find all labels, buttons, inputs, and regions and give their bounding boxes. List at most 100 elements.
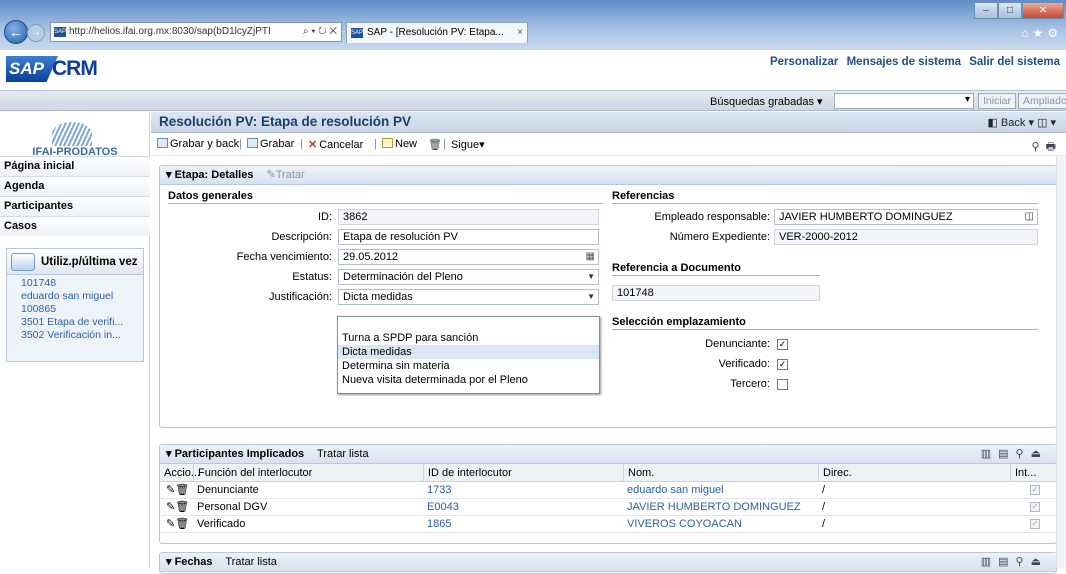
dates-edit-list-button[interactable]: Tratar lista (225, 556, 277, 568)
justification-select[interactable]: Dicta medidas ▼ (338, 289, 599, 305)
document-reference-field: 101748 (612, 285, 820, 301)
row-partner-id-link[interactable]: 1865 (423, 516, 451, 532)
dropdown-option[interactable]: Determina sin materia (338, 359, 599, 373)
row-edit-delete-icons[interactable]: ✎🗑 (162, 499, 189, 515)
due-date-field[interactable]: 29.05.2012 ▦ (338, 249, 599, 265)
file-number-field: VER-2000-2012 (774, 229, 1038, 245)
justification-label: Justificación: (269, 291, 332, 303)
favicon-icon: SAP (54, 27, 67, 37)
col-role[interactable]: Función del interlocutor (193, 464, 423, 482)
participants-table-header: Accio... Función del interlocutor ID de … (160, 464, 1056, 482)
row-internal-checkbox: ✓ (1030, 485, 1040, 495)
saved-searches-dropdown[interactable]: Búsquedas grabadas ▾ (710, 95, 823, 108)
recent-item[interactable]: 3502 Verificación in... (7, 329, 143, 342)
save-button[interactable]: Grabar (247, 138, 294, 150)
status-select[interactable]: Determinación del Pleno ▼ (338, 269, 599, 285)
personalize-print-icons[interactable]: ⚲🖶 (1032, 138, 1062, 157)
tab-close-icon[interactable]: × (517, 23, 523, 43)
saved-search-select[interactable]: ▾ (834, 93, 974, 109)
col-actions[interactable]: Accio... (160, 464, 200, 482)
tab-favicon-icon: SAP (351, 28, 364, 38)
table-row: ✎🗑 Personal DGV E0043 JAVIER HUMBERTO DO… (160, 499, 1056, 516)
col-internal[interactable]: Int... (1010, 464, 1056, 482)
row-edit-delete-icons[interactable]: ✎🗑 (162, 516, 189, 532)
value-help-icon[interactable]: ◫ (1025, 210, 1034, 224)
participants-panel: ▾ Participantes Implicados Tratar lista … (159, 444, 1057, 544)
dropdown-option[interactable]: Nueva visita determinada por el Pleno (338, 373, 599, 387)
col-name[interactable]: Nom. (623, 464, 818, 482)
cancel-button[interactable]: ✕ Cancelar (308, 138, 363, 151)
nav-item-cases[interactable]: Casos (0, 216, 150, 236)
window-controls: – □ ✕ (974, 2, 1064, 19)
toolbar-separator: | (239, 138, 242, 150)
participants-header[interactable]: ▾ Participantes Implicados Tratar lista … (160, 445, 1056, 464)
row-partner-id-link[interactable]: 1733 (423, 482, 451, 498)
system-messages-link[interactable]: Mensajes de sistema (847, 56, 961, 68)
page-title-bar: Resolución PV: Etapa de resolución PV ◧ … (151, 112, 1066, 133)
edit-list-button[interactable]: Tratar lista (317, 448, 369, 460)
verified-checkbox[interactable]: ✓ (777, 359, 788, 370)
row-name-link[interactable]: VIVEROS COYOACAN (623, 516, 742, 532)
dropdown-option[interactable]: Turna a SPDP para sanción (338, 331, 599, 345)
recent-item[interactable]: 3501 Etapa de verifi... (7, 316, 143, 329)
col-address[interactable]: Direc. (818, 464, 1010, 482)
justification-value: Dicta medidas (343, 291, 413, 303)
stage-details-panel: ▾ Etapa: Detalles ✎Tratar Datos generale… (159, 165, 1057, 428)
logoff-link[interactable]: Salir del sistema (969, 56, 1060, 68)
start-search-button[interactable]: Iniciar (978, 93, 1017, 109)
vertical-scrollbar[interactable] (1056, 156, 1066, 568)
address-tools[interactable]: ⌕ ▾ ↻ ✕ (303, 23, 337, 41)
id-field: 3862 (338, 209, 599, 225)
dates-table-tool-icons[interactable]: ▥▤⚲⏏ (981, 553, 1048, 571)
browser-back-button[interactable]: ← (4, 20, 28, 44)
recent-item[interactable]: 101748 (7, 277, 143, 290)
col-partner-id[interactable]: ID de interlocutor (423, 464, 623, 482)
dropdown-option-selected[interactable]: Dicta medidas (338, 345, 599, 359)
close-window-button[interactable]: ✕ (1022, 2, 1064, 19)
edit-label: Tratar (275, 169, 305, 181)
back-navigation-button[interactable]: ◧ Back ▾ ◫ ▾ (987, 116, 1056, 129)
file-number-label: Número Expediente: (669, 231, 770, 243)
browser-chrome: ← → SAP http://helios.ifai.org.mx:8030/s… (0, 0, 1066, 50)
address-bar[interactable]: SAP http://helios.ifai.org.mx:8030/sap(b… (50, 22, 342, 42)
nav-item-calendar[interactable]: Agenda (0, 176, 150, 196)
document-reference-title: Referencia a Documento (612, 262, 820, 276)
cancel-label: Cancelar (319, 139, 364, 151)
personalize-link[interactable]: Personalizar (770, 56, 838, 68)
row-partner-id-link[interactable]: E0043 (423, 499, 459, 515)
more-label: Sigue (451, 139, 480, 151)
dropdown-option[interactable] (338, 317, 599, 331)
details-panel-header[interactable]: ▾ Etapa: Detalles ✎Tratar (160, 166, 1056, 185)
row-name-link[interactable]: JAVIER HUMBERTO DOMINGUEZ (623, 499, 801, 515)
dates-header[interactable]: ▾ Fechas Tratar lista ▥▤⚲⏏ (160, 553, 1056, 572)
row-edit-delete-icons[interactable]: ✎🗑 (162, 482, 189, 498)
advanced-search-button[interactable]: Ampliado (1018, 93, 1066, 109)
more-button[interactable]: Sigue▾ (451, 138, 485, 151)
delete-button[interactable]: 🗑 (428, 138, 442, 151)
employee-field[interactable]: JAVIER HUMBERTO DOMINGUEZ ◫ (774, 209, 1038, 225)
table-tool-icons[interactable]: ▥▤⚲⏏ (981, 445, 1048, 463)
row-name-link[interactable]: eduardo san miguel (623, 482, 724, 498)
row-role: Verificado (197, 518, 246, 530)
maximize-button[interactable]: □ (998, 2, 1022, 19)
third-party-checkbox[interactable] (777, 379, 788, 390)
recent-item[interactable]: 100865 (7, 303, 143, 316)
browser-forward-button[interactable]: → (27, 24, 45, 42)
calendar-icon[interactable]: ▦ (586, 250, 595, 264)
row-address: / (822, 501, 826, 513)
description-field[interactable]: Etapa de resolución PV (338, 229, 599, 245)
complainant-checkbox[interactable]: ✓ (777, 339, 788, 350)
minimize-button[interactable]: – (974, 2, 998, 19)
save-icon (247, 138, 258, 148)
new-button[interactable]: New (382, 138, 417, 150)
row-internal-checkbox: ✓ (1030, 519, 1040, 529)
recent-item[interactable]: eduardo san miguel (7, 290, 143, 303)
browser-toolbar-icons[interactable]: ⌂★⚙ (1021, 26, 1062, 40)
browser-tab[interactable]: SAP SAP - [Resolución PV: Etapa... × (346, 22, 528, 43)
save-and-back-button[interactable]: Grabar y back (157, 138, 239, 150)
nav-item-participants[interactable]: Participantes (0, 196, 150, 216)
nav-item-home[interactable]: Página inicial (0, 156, 150, 176)
sap-crm-logo: SAP CRM (6, 56, 108, 82)
edit-details-button[interactable]: ✎Tratar (267, 169, 305, 181)
row-role: Denunciante (197, 484, 259, 496)
